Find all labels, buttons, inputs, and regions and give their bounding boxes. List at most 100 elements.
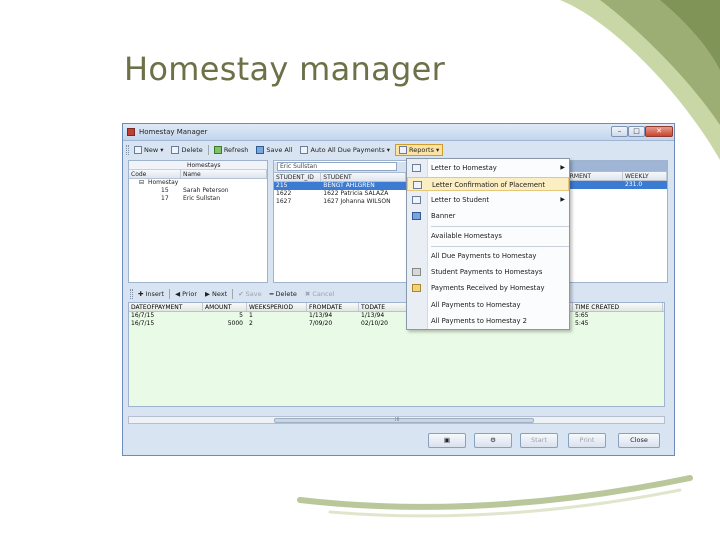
students-grid-header: STUDENT_ID STUDENT — [274, 173, 406, 182]
column-header-student[interactable]: STUDENT — [321, 173, 406, 181]
amount-cell: 5 — [239, 312, 243, 319]
table-row[interactable]: 15 Sarah Peterson — [129, 187, 267, 195]
chevron-down-icon: ▾ — [386, 146, 391, 154]
from-date-cell: 1/13/94 — [309, 312, 333, 319]
app-icon — [127, 128, 135, 136]
date-cell: 16/7/15 — [131, 312, 155, 319]
menu-item-banner[interactable]: Banner — [407, 209, 569, 223]
menu-item-all-due-payments[interactable]: All Due Payments to Homestay — [407, 249, 569, 263]
start-button[interactable]: Start — [520, 433, 558, 448]
column-header-weeks-period[interactable]: WEEKSPERIOD — [247, 303, 307, 311]
print-preview-button[interactable]: ▣ — [428, 433, 466, 448]
menu-item-student-payments[interactable]: Student Payments to Homestays — [407, 265, 569, 279]
reports-button[interactable]: Reports ▾ — [395, 144, 444, 156]
options-icon: ⚙ — [490, 436, 496, 444]
scrollbar-thumb[interactable]: III — [274, 417, 534, 423]
slide-title: Homestay manager — [124, 50, 446, 88]
delete-row-button[interactable]: ━ Delete — [267, 289, 300, 299]
print-button[interactable]: Print — [568, 433, 606, 448]
column-header-from-date[interactable]: FROMDATE — [307, 303, 359, 311]
auto-payments-icon — [300, 146, 309, 154]
maximize-button[interactable]: □ — [628, 126, 645, 137]
column-header-weekly[interactable]: WEEKLY — [623, 172, 667, 180]
save-button[interactable]: ✔ Save — [235, 289, 264, 299]
payments-toolbar: ✚ Insert ◀ Prior ▶ Next ✔ Save ━ Delete … — [130, 288, 337, 300]
menu-item-letter-to-homestay[interactable]: Letter to Homestay ▶ — [407, 161, 569, 175]
menu-item-letter-to-student[interactable]: Letter to Student ▶ — [407, 193, 569, 207]
column-header-date-of-payment[interactable]: DATEOFPAYMENT — [129, 303, 203, 311]
students-grid[interactable]: Eric Sullstan STUDENT_ID STUDENT 215 BEN… — [273, 160, 407, 283]
toolbar-grip[interactable] — [126, 145, 129, 155]
close-button[interactable]: Close — [618, 433, 660, 448]
menu-item-all-payments-2[interactable]: All Payments to Homestay 2 — [407, 314, 569, 328]
column-header-time-created[interactable]: TIME CREATED — [573, 303, 663, 311]
menu-item-payments-received[interactable]: Payments Received by Homestay — [407, 281, 569, 295]
prior-button[interactable]: ◀ Prior — [172, 289, 200, 299]
delete-button[interactable]: Delete — [168, 144, 205, 156]
arrow-right-icon: ▶ — [205, 290, 211, 298]
column-header-student-id[interactable]: STUDENT_ID — [274, 173, 322, 181]
folder-icon — [412, 284, 421, 292]
payments-grid[interactable]: DATEOFPAYMENT AMOUNT WEEKSPERIOD FROMDAT… — [128, 302, 665, 407]
payments-grid-header: DATEOFPAYMENT AMOUNT WEEKSPERIOD FROMDAT… — [129, 303, 664, 312]
delete-icon — [171, 146, 180, 154]
table-row[interactable]: 16/7/15 5 1 1/13/94 1/13/94 5:65 — [129, 312, 664, 320]
cancel-icon: ✖ — [304, 290, 311, 298]
document-icon — [412, 164, 421, 172]
from-date-cell: 7/09/20 — [309, 320, 333, 327]
homestays-grid[interactable]: Homestays Code Name ⊟ Homestay 15 Sarah … — [128, 160, 268, 283]
people-icon — [412, 268, 421, 276]
cancel-button[interactable]: ✖ Cancel — [302, 289, 337, 299]
table-row[interactable]: 1627 1627 Johanna WILSON — [274, 198, 406, 206]
tree-root-row[interactable]: ⊟ Homestay — [129, 179, 267, 187]
new-button[interactable]: New ▾ — [131, 144, 166, 156]
homestay-name: Eric Sullstan — [183, 195, 221, 202]
column-header-amount[interactable]: AMOUNT — [203, 303, 247, 311]
homestay-filter-field[interactable]: Eric Sullstan — [277, 162, 397, 171]
table-row[interactable]: 16/7/15 5000 2 7/09/20 02/10/20 5:45 — [129, 320, 664, 328]
new-icon — [134, 146, 142, 154]
filter-bar: Eric Sullstan — [274, 162, 406, 173]
auto-all-due-label: Auto All Due Payments — [310, 146, 385, 154]
table-row[interactable]: 1622 1622 Patricia SALAZA — [274, 190, 406, 198]
plus-icon: ✚ — [138, 290, 144, 298]
table-row-selected[interactable]: 215 BENGT AHLGREN — [274, 182, 406, 190]
refresh-icon — [213, 146, 222, 154]
save-all-button[interactable]: Save All — [253, 144, 295, 156]
insert-button[interactable]: ✚ Insert — [135, 289, 167, 299]
delete-label: Delete — [181, 146, 203, 154]
column-header-name[interactable]: Name — [181, 170, 267, 178]
document-icon — [412, 196, 421, 204]
column-header-code[interactable]: Code — [129, 170, 181, 178]
tree-root-label: Homestay — [147, 179, 179, 186]
next-button[interactable]: ▶ Next — [202, 289, 230, 299]
homestays-grid-header: Code Name — [129, 170, 267, 179]
auto-all-due-payments-button[interactable]: Auto All Due Payments ▾ — [297, 144, 393, 156]
chevron-down-icon: ▾ — [435, 146, 440, 154]
menu-item-available-homestays[interactable]: Available Homestays — [407, 229, 569, 243]
toolbar-grip[interactable] — [130, 289, 133, 299]
refresh-button[interactable]: Refresh — [211, 144, 252, 156]
print-preview-icon: ▣ — [443, 436, 451, 444]
title-bar[interactable]: Homestay Manager – □ ✕ — [123, 124, 674, 141]
minimize-button[interactable]: – — [611, 126, 628, 137]
table-row[interactable]: 17 Eric Sullstan — [129, 195, 267, 203]
column-header-orment[interactable]: ORMENT — [563, 172, 623, 180]
homestay-code: 15 — [161, 187, 169, 194]
options-button[interactable]: ⚙ — [474, 433, 512, 448]
arrow-left-icon: ◀ — [175, 290, 181, 298]
menu-item-letter-confirmation[interactable]: Letter Confirmation of Placement — [407, 177, 569, 191]
close-window-button[interactable]: ✕ — [645, 126, 673, 137]
menu-item-all-payments[interactable]: All Payments to Homestay — [407, 298, 569, 312]
document-icon — [413, 181, 422, 189]
weeks-cell: 1 — [249, 312, 253, 319]
slide: Homestay manager Homestay Manager – □ ✕ … — [0, 0, 720, 540]
reports-label: Reports — [409, 146, 434, 154]
date-cell: 16/7/15 — [131, 320, 155, 327]
horizontal-scrollbar[interactable]: III — [128, 416, 665, 424]
insert-label: Insert — [145, 290, 165, 298]
check-icon: ✔ — [238, 290, 244, 298]
next-label: Next — [212, 290, 228, 298]
chevron-down-icon: ▾ — [160, 146, 164, 154]
expand-icon[interactable]: ⊟ — [137, 179, 146, 186]
